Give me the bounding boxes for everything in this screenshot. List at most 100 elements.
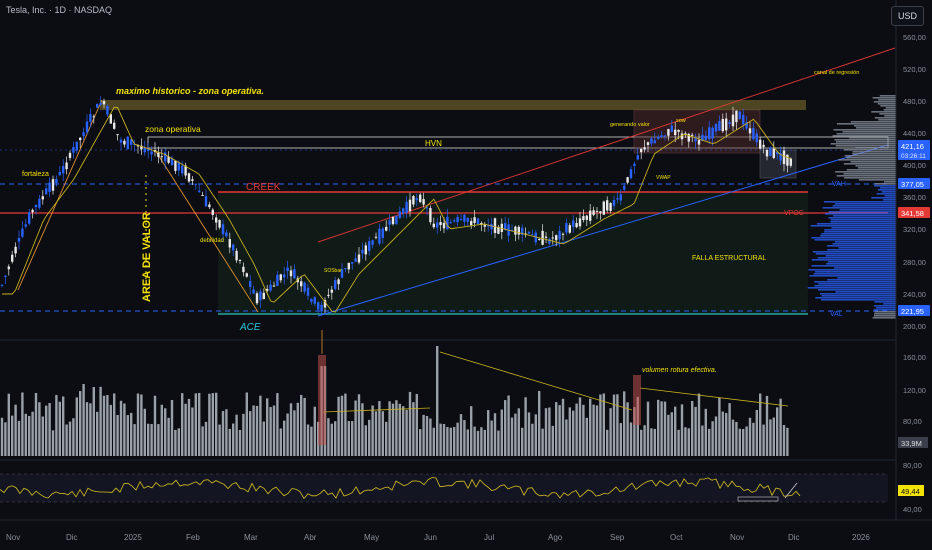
candle-body [82, 132, 85, 137]
volume-bar [334, 421, 337, 456]
volume-profile-bar [814, 239, 896, 241]
volume-bar [225, 409, 228, 456]
candle-body [490, 223, 493, 230]
candle-body [466, 217, 469, 222]
volume-bar [191, 407, 194, 456]
volume-bar [259, 395, 262, 456]
volume-bar [779, 398, 782, 456]
volume-bar [85, 402, 89, 456]
volume-bar [208, 393, 211, 456]
volume-profile-bar [874, 311, 896, 313]
volume-profile-bar [828, 217, 896, 219]
volume-profile-bar [846, 169, 896, 171]
volume-bar [534, 414, 537, 456]
volume-profile-bar [820, 299, 896, 301]
candle-body [697, 139, 701, 145]
volume-profile-bar [824, 201, 896, 203]
price-badge-timer: 03:26:11 [901, 153, 926, 160]
volume-profile-bar [827, 261, 896, 263]
candle-body [660, 135, 663, 138]
volume-bar [419, 429, 422, 456]
volume-bar [507, 395, 510, 456]
time-tick-label: Nov [730, 533, 744, 542]
candle-body [473, 217, 476, 224]
volume-bar [748, 417, 752, 456]
candle-body [541, 230, 544, 245]
volume-profile-bar [819, 293, 896, 295]
candle-body [527, 231, 531, 234]
candle-body [592, 210, 595, 215]
volume-profile-bar [871, 197, 896, 199]
annotation-sosbar: SOSbar [324, 268, 342, 274]
volume-bar [459, 414, 463, 456]
candle-body [514, 226, 517, 235]
price-tick-label: 520,00 [903, 65, 926, 74]
volume-bar [674, 406, 677, 456]
candle-body [517, 226, 520, 235]
volume-bar [385, 421, 388, 456]
candle-body [351, 262, 354, 264]
annotation-zona-operativa: zona operativa [145, 124, 201, 134]
candle-body [102, 100, 106, 105]
candle-body [568, 225, 571, 233]
volume-bar [24, 413, 27, 456]
candle-body [626, 177, 629, 183]
volume-bar [575, 403, 578, 456]
volume-bar [92, 387, 95, 456]
annotation-val: VAL [830, 311, 843, 318]
volume-bar [272, 405, 276, 456]
volume-tick-label: 80,00 [903, 417, 922, 426]
time-tick-label: Feb [186, 533, 200, 542]
candle-body [337, 279, 340, 285]
volume-profile-bar [852, 153, 896, 155]
candle-body [92, 116, 95, 118]
volume-bar [446, 427, 449, 456]
candle-body [371, 240, 374, 245]
candle-body [303, 282, 306, 292]
candle-body [728, 122, 731, 124]
candle-body [616, 198, 619, 200]
volume-profile-bar [844, 177, 896, 179]
volume-profile-bar [855, 165, 896, 167]
candle-body [374, 236, 378, 238]
volume-bar [14, 404, 17, 456]
candle-body [147, 149, 150, 152]
candle-body [201, 194, 204, 196]
volume-bar [368, 419, 371, 456]
volume-bar [701, 425, 704, 456]
volume-profile-bar [826, 245, 896, 247]
candle-body [609, 202, 612, 212]
volume-bar [279, 428, 282, 456]
candle-body [48, 182, 51, 192]
volume-bar [153, 395, 157, 456]
candle-body [381, 228, 384, 238]
candle-body [572, 220, 575, 227]
candle-body [126, 136, 129, 150]
annotation-area-de-valor: AREA DE VALOR [141, 212, 153, 302]
volume-profile-bar [874, 185, 896, 187]
candle-body [388, 220, 391, 225]
candle-body [245, 273, 248, 277]
candle-body [602, 201, 605, 215]
volume-bar [619, 423, 622, 456]
volume-bar [531, 423, 534, 456]
candle-body [385, 226, 388, 231]
volume-bar [181, 393, 184, 456]
volume-profile-bar [808, 269, 896, 271]
volume-profile-bar [837, 277, 896, 279]
volume-bar [174, 429, 177, 456]
volume-bar [585, 417, 588, 456]
candle-body [653, 140, 656, 144]
candle-body [391, 216, 395, 225]
volume-profile-bar [884, 181, 896, 183]
trading-chart[interactable]: maximo historico - zona operativa. zona … [0, 0, 932, 550]
volume-profile-bar [884, 195, 896, 197]
candle-body [623, 185, 626, 190]
volume-bar [235, 414, 238, 456]
candle-body [79, 137, 82, 141]
volume-profile-bar [879, 187, 896, 189]
currency-button[interactable]: USD [890, 6, 924, 26]
candle-body [476, 218, 480, 224]
volume-profile-bar [846, 157, 896, 159]
volume-bar [293, 410, 296, 456]
